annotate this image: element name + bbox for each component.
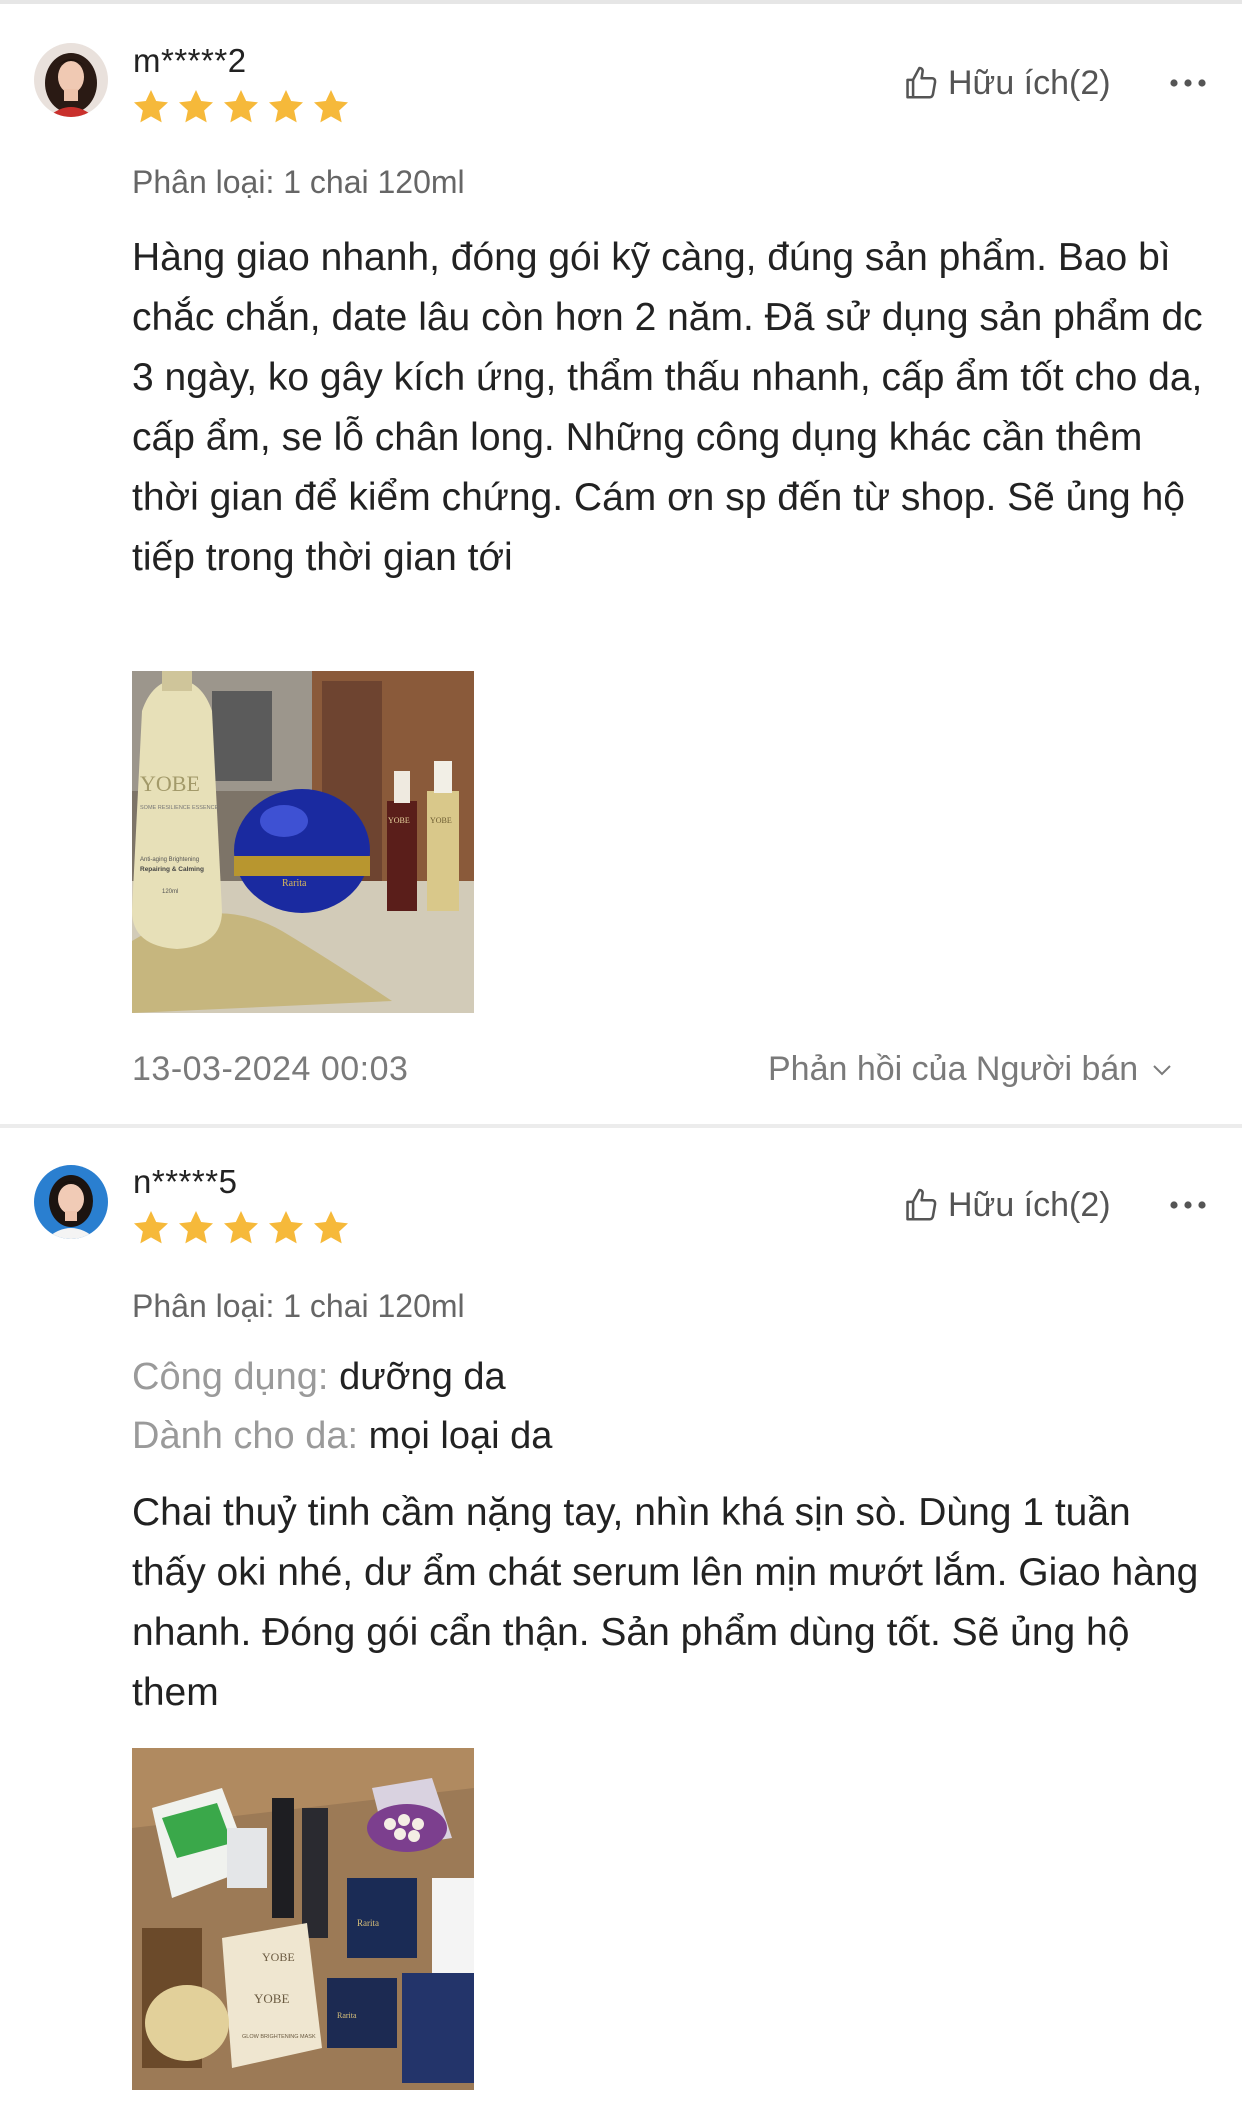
vial-brand-1: YOBE xyxy=(388,816,410,825)
star-icon xyxy=(224,90,258,123)
attribute-label: Dành cho da: xyxy=(132,1415,359,1457)
attribute-skin-type: Dành cho da: mọi loại da xyxy=(132,1415,552,1458)
review-text: Hàng giao nhanh, đóng gói kỹ càng, đúng … xyxy=(132,236,1203,579)
chevron-down-icon xyxy=(1153,1064,1171,1075)
review-photo[interactable]: YOBE SOME RESILIENCE ESSENCE Anti-aging … xyxy=(132,671,474,1013)
review-date: 13-03-2024 00:03 xyxy=(132,1050,409,1088)
seller-reply-label: Phản hồi của Người bán xyxy=(768,1050,1139,1088)
variant-label: Phân loại: 1 chai 120ml xyxy=(132,1288,465,1324)
more-dots-icon[interactable] xyxy=(1168,1199,1208,1211)
reviewer-name: m*****2 xyxy=(133,42,247,79)
variant-label: Phân loại: 1 chai 120ml xyxy=(132,164,465,200)
bottle-claims: Anti-aging Brightening xyxy=(140,857,199,863)
avatar[interactable] xyxy=(34,43,108,117)
seller-reply-toggle[interactable]: Phản hồi của Người bán xyxy=(768,1050,1174,1089)
bottle-line: SOME RESILIENCE ESSENCE xyxy=(140,805,219,811)
reviewer-name: n*****5 xyxy=(133,1163,238,1200)
review-card: m*****2 Hữu ích(2) Phân loại: 1 chai 120… xyxy=(0,0,1242,1124)
avatar[interactable] xyxy=(34,1165,108,1239)
helpful-label: Hữu ích(2) xyxy=(948,1185,1111,1224)
star-icon xyxy=(314,1211,348,1244)
helpful-button[interactable]: Hữu ích(2) xyxy=(902,61,1111,105)
review-text: Chai thuỷ tinh cầm nặng tay, nhìn khá sị… xyxy=(132,1491,1199,1714)
thumbs-up-icon xyxy=(906,1188,937,1221)
star-icon xyxy=(134,90,168,123)
more-dots-icon[interactable] xyxy=(1168,77,1208,89)
vial-brand-2: YOBE xyxy=(430,816,452,825)
helpful-button[interactable]: Hữu ích(2) xyxy=(902,1183,1111,1227)
bottle-brand: YOBE xyxy=(140,771,200,796)
star-icon xyxy=(179,90,213,123)
rating-stars xyxy=(131,1208,351,1248)
review-card: n*****5 Hữu ích(2) Phân loại: 1 chai 120… xyxy=(0,1128,1242,2128)
box-brand-2: Rarita xyxy=(337,2011,357,2020)
rating-stars xyxy=(131,87,351,127)
star-icon xyxy=(179,1211,213,1244)
pouch-text: GLOW BRIGHTENING MASK xyxy=(242,2034,316,2040)
attribute-value: mọi loại da xyxy=(368,1415,553,1457)
star-icon xyxy=(134,1211,168,1244)
attribute-label: Công dụng: xyxy=(132,1356,329,1398)
star-icon xyxy=(269,90,303,123)
helpful-label: Hữu ích(2) xyxy=(948,63,1111,102)
jar-brand: Rarita xyxy=(282,878,307,889)
bottle-volume: 120ml xyxy=(162,889,178,895)
review-photo[interactable]: YOBE YOBE GLOW BRIGHTENING MASK Rarita R… xyxy=(132,1748,474,2090)
attribute-usage: Công dụng: dưỡng da xyxy=(132,1356,506,1399)
star-icon xyxy=(314,90,348,123)
star-icon xyxy=(269,1211,303,1244)
attribute-value: dưỡng da xyxy=(339,1356,506,1398)
box-brand: Rarita xyxy=(357,1918,379,1928)
bottle-claim-bold: Repairing & Calming xyxy=(140,866,204,873)
mask-brand: YOBE xyxy=(262,1950,295,1964)
thumbs-up-icon xyxy=(906,66,937,99)
pouch-brand: YOBE xyxy=(254,1991,289,2006)
star-icon xyxy=(224,1211,258,1244)
